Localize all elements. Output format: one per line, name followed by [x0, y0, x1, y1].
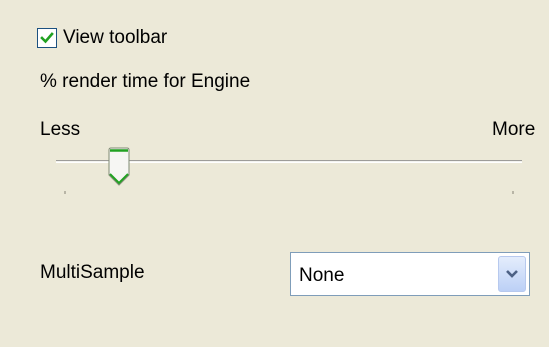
chevron-down-icon — [506, 270, 518, 278]
view-toolbar-checkbox[interactable]: View toolbar — [37, 25, 167, 51]
slider-tick-max — [512, 191, 514, 194]
slider-max-label: More — [492, 119, 536, 140]
multisample-selected-value: None — [299, 265, 345, 286]
multisample-dropdown[interactable]: None — [290, 252, 530, 296]
view-toolbar-label[interactable]: View toolbar — [63, 27, 167, 49]
dropdown-button[interactable] — [498, 256, 526, 292]
slider-tick-min — [64, 191, 66, 194]
slider-thumb[interactable] — [107, 147, 131, 187]
settings-panel: View toolbar % render time for Engine Le… — [0, 0, 549, 347]
render-time-slider[interactable] — [52, 145, 526, 197]
slider-min-label: Less — [40, 119, 81, 140]
multisample-label: MultiSample — [40, 262, 145, 283]
render-time-label: % render time for Engine — [40, 71, 251, 92]
checkbox-box[interactable] — [37, 28, 57, 48]
check-mark-icon — [40, 32, 54, 44]
